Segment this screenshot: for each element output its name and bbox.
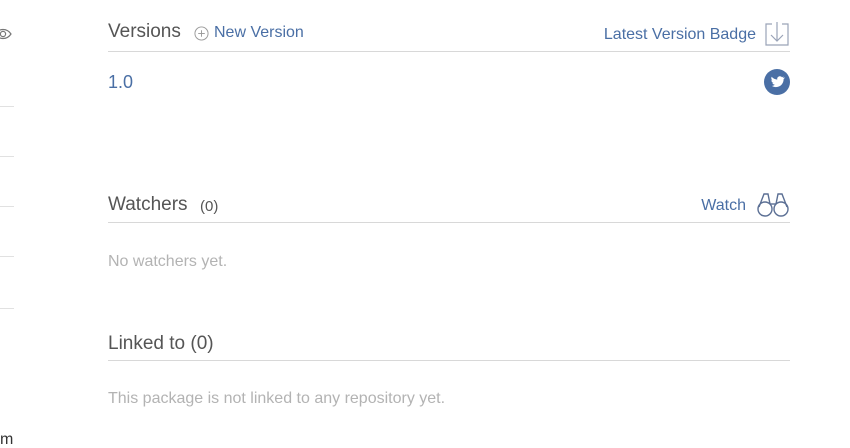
sidebar-divider [0, 308, 14, 309]
plus-circle-icon [194, 25, 209, 41]
watch-link[interactable]: Watch [701, 197, 746, 215]
eye-icon[interactable] [0, 26, 12, 42]
watchers-header: Watchers (0) Watch [108, 188, 790, 223]
left-sidebar: m [0, 0, 16, 448]
watchers-title: Watchers [108, 194, 188, 215]
watchers-count: (0) [200, 198, 219, 215]
twitter-icon[interactable] [764, 69, 790, 95]
new-version-link[interactable]: New Version [194, 24, 304, 42]
no-watchers-text: No watchers yet. [108, 253, 228, 270]
linked-title: Linked to (0) [108, 333, 214, 354]
sidebar-divider [0, 206, 14, 207]
new-version-label: New Version [214, 24, 304, 41]
sidebar-divider [0, 106, 14, 107]
latest-version-badge-link[interactable]: Latest Version Badge [604, 26, 756, 44]
versions-title: Versions [108, 21, 181, 42]
versions-header: Versions New Version Latest Version Badg… [108, 18, 790, 52]
download-icon[interactable] [764, 21, 790, 47]
sidebar-divider [0, 156, 14, 157]
version-link[interactable]: 1.0 [108, 72, 133, 93]
binoculars-icon[interactable] [756, 190, 790, 218]
linked-header: Linked to (0) [108, 331, 790, 361]
version-row: 1.0 [108, 69, 790, 96]
sidebar-divider [0, 256, 14, 257]
not-linked-text: This package is not linked to any reposi… [108, 390, 446, 407]
